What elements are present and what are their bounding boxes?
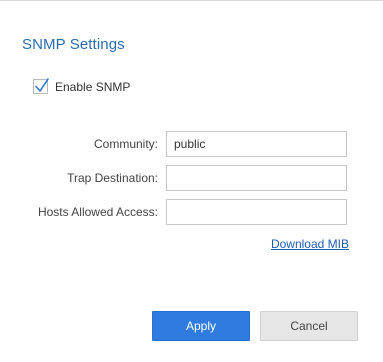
enable-snmp-checkbox[interactable] — [33, 78, 49, 94]
community-row: Community: — [0, 131, 347, 157]
apply-button[interactable]: Apply — [152, 311, 250, 341]
page-title: SNMP Settings — [22, 36, 125, 53]
hosts-allowed-access-label: Hosts Allowed Access: — [37, 205, 158, 219]
trap-destination-row: Trap Destination: — [0, 165, 347, 191]
hosts-allowed-access-input[interactable] — [166, 199, 347, 225]
enable-snmp-row[interactable]: Enable SNMP — [33, 78, 131, 94]
download-mib-link[interactable]: Download MIB — [271, 237, 349, 251]
enable-snmp-label: Enable SNMP — [55, 79, 131, 94]
cancel-button[interactable]: Cancel — [260, 311, 358, 341]
hosts-allowed-access-row: Hosts Allowed Access: — [0, 199, 347, 225]
snmp-settings-dialog: SNMP Settings Enable SNMP Community: Tra… — [0, 0, 383, 362]
trap-destination-label: Trap Destination: — [67, 171, 158, 185]
community-label: Community: — [93, 137, 158, 151]
community-input[interactable] — [166, 131, 347, 157]
trap-destination-input[interactable] — [166, 165, 347, 191]
checkmark-icon — [35, 78, 49, 92]
